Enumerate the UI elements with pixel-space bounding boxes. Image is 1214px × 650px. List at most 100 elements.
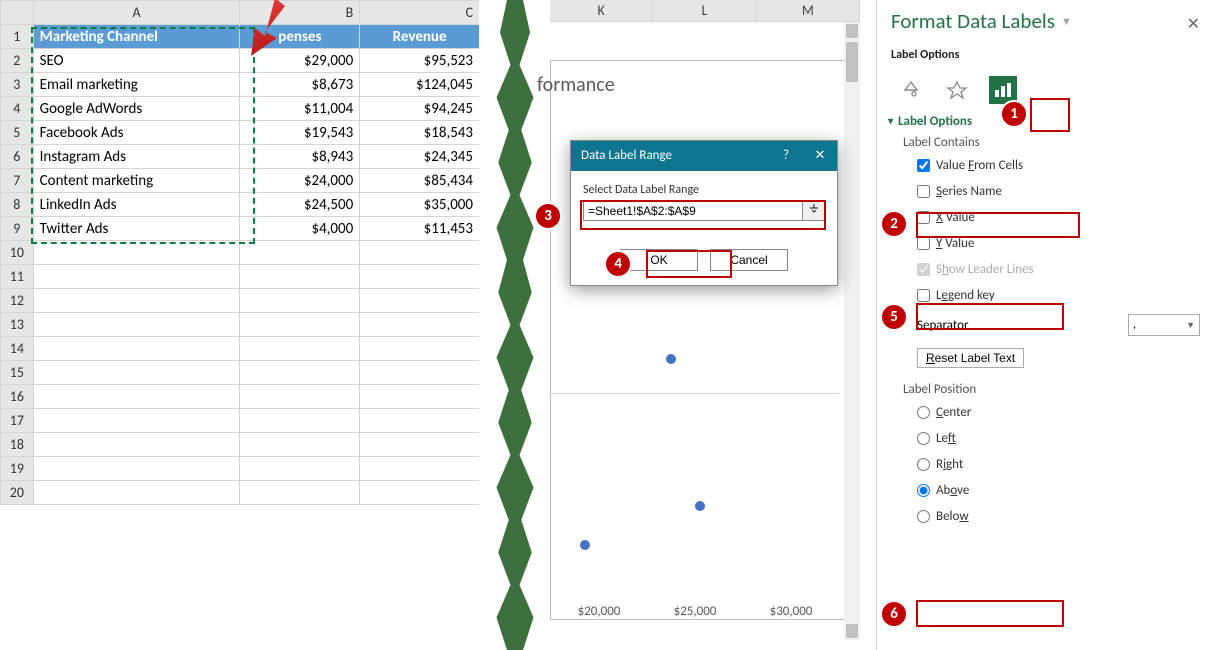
cell-B2[interactable]: $29,000 [240,49,360,73]
ok-button[interactable]: OK [620,249,698,271]
value-from-cells-option[interactable]: Value From Cells [917,154,1200,176]
position-below-option[interactable]: Below [917,505,1200,527]
chart-plot-area[interactable] [551,341,839,599]
series-name-checkbox[interactable] [917,185,930,198]
cell-A2[interactable]: SEO [33,49,240,73]
cell-C4[interactable]: $94,245 [360,97,480,121]
cell-B19[interactable] [240,457,360,481]
effects-icon[interactable] [943,76,971,104]
chevron-down-icon[interactable]: ▼ [1061,15,1072,28]
position-right-radio[interactable] [917,458,930,471]
cell-A11[interactable] [33,265,240,289]
row-header-6[interactable]: 6 [1,145,34,169]
cell-B5[interactable]: $19,543 [240,121,360,145]
cell-B7[interactable]: $24,000 [240,169,360,193]
cell-B4[interactable]: $11,004 [240,97,360,121]
value-from-cells-checkbox[interactable] [917,159,930,172]
cell-C14[interactable] [360,337,480,361]
row-header-2[interactable]: 2 [1,49,34,73]
data-point[interactable] [580,540,590,550]
cell-A1[interactable]: Marketing Channel [33,25,240,49]
cell-B15[interactable] [240,361,360,385]
legend-key-option[interactable]: Legend key [917,284,1200,306]
cell-C10[interactable] [360,241,480,265]
pane-subtitle[interactable]: Label Options [891,48,1200,62]
cell-B14[interactable] [240,337,360,361]
cell-A15[interactable] [33,361,240,385]
cell-B20[interactable] [240,481,360,505]
cell-B17[interactable] [240,409,360,433]
row-header-5[interactable]: 5 [1,121,34,145]
row-header-9[interactable]: 9 [1,217,34,241]
cell-A17[interactable] [33,409,240,433]
cell-C18[interactable] [360,433,480,457]
position-center-option[interactable]: Center [917,401,1200,423]
cell-A13[interactable] [33,313,240,337]
row-header-16[interactable]: 16 [1,385,34,409]
position-right-option[interactable]: Right [917,453,1200,475]
cell-C8[interactable]: $35,000 [360,193,480,217]
chart-title[interactable]: formance [537,73,615,97]
position-left-radio[interactable] [917,432,930,445]
cell-C19[interactable] [360,457,480,481]
cell-A19[interactable] [33,457,240,481]
worksheet[interactable]: A B C 1 Marketing Channel penses Revenue… [0,0,480,505]
cell-A14[interactable] [33,337,240,361]
dialog-close-button[interactable]: ✕ [803,141,837,171]
col-header-C[interactable]: C [360,1,480,25]
cell-A16[interactable] [33,385,240,409]
legend-key-checkbox[interactable] [917,289,930,302]
col-header-K[interactable]: K [550,0,653,22]
cell-A18[interactable] [33,433,240,457]
cell-C2[interactable]: $95,523 [360,49,480,73]
cell-C7[interactable]: $85,434 [360,169,480,193]
cell-C5[interactable]: $18,543 [360,121,480,145]
cell-A7[interactable]: Content marketing [33,169,240,193]
cell-A12[interactable] [33,289,240,313]
col-header-L[interactable]: L [653,0,756,22]
reset-label-text-button[interactable]: Reset Label Text [917,348,1024,368]
select-all-cell[interactable] [1,1,34,25]
row-header-20[interactable]: 20 [1,481,34,505]
cell-A8[interactable]: LinkedIn Ads [33,193,240,217]
cell-C11[interactable] [360,265,480,289]
cell-B8[interactable]: $24,500 [240,193,360,217]
position-left-option[interactable]: Left [917,427,1200,449]
cell-A4[interactable]: Google AdWords [33,97,240,121]
cell-A9[interactable]: Twitter Ads [33,217,240,241]
x-value-checkbox[interactable] [917,211,930,224]
col-header-A[interactable]: A [33,1,240,25]
row-header-3[interactable]: 3 [1,73,34,97]
y-value-option[interactable]: Y Value [917,232,1200,254]
cell-B6[interactable]: $8,943 [240,145,360,169]
cell-B9[interactable]: $4,000 [240,217,360,241]
collapse-dialog-icon[interactable] [802,202,824,220]
dialog-help-button[interactable]: ? [769,141,803,171]
cell-A6[interactable]: Instagram Ads [33,145,240,169]
scroll-thumb[interactable] [846,42,858,82]
position-above-option[interactable]: Above [917,479,1200,501]
cell-C6[interactable]: $24,345 [360,145,480,169]
cell-B13[interactable] [240,313,360,337]
row-header-10[interactable]: 10 [1,241,34,265]
cell-B11[interactable] [240,265,360,289]
row-header-12[interactable]: 12 [1,289,34,313]
row-header-8[interactable]: 8 [1,193,34,217]
cell-C16[interactable] [360,385,480,409]
row-header-18[interactable]: 18 [1,433,34,457]
row-header-1[interactable]: 1 [1,25,34,49]
cell-C15[interactable] [360,361,480,385]
row-header-15[interactable]: 15 [1,361,34,385]
position-above-radio[interactable] [917,484,930,497]
pane-close-button[interactable]: ✕ [1187,14,1200,34]
scroll-down-icon[interactable] [846,624,858,638]
separator-select[interactable]: , ▼ [1128,314,1200,336]
cell-C3[interactable]: $124,045 [360,73,480,97]
position-below-radio[interactable] [917,510,930,523]
cell-B10[interactable] [240,241,360,265]
cell-B16[interactable] [240,385,360,409]
cell-C9[interactable]: $11,453 [360,217,480,241]
cell-C17[interactable] [360,409,480,433]
position-center-radio[interactable] [917,406,930,419]
cell-B18[interactable] [240,433,360,457]
